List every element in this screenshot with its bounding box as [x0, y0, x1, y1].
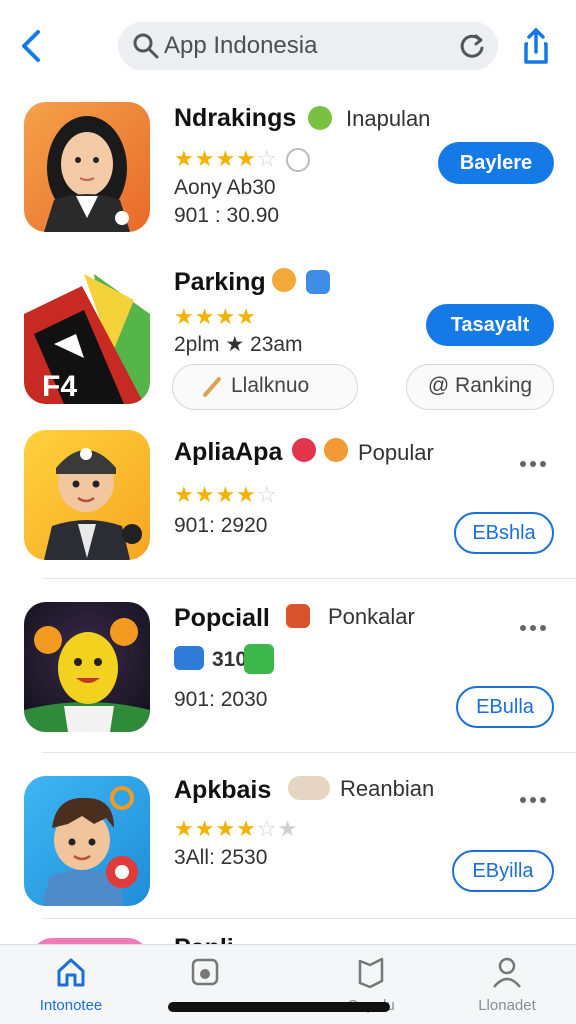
app-subtitle: 2plm ★ 23am [174, 333, 303, 356]
tab-label: Intonotee [39, 997, 103, 1014]
app-tag: Ponkalar [328, 604, 415, 629]
share-icon [524, 28, 548, 64]
app-tag: Inapulan [346, 106, 431, 131]
tab-updates[interactable]: Copulu [306, 945, 436, 1024]
chip-button[interactable]: Llalknuo [172, 364, 358, 410]
refresh-icon[interactable] [458, 32, 486, 60]
badge-icon [308, 106, 332, 130]
app-title: Popciall [174, 604, 270, 632]
app-meta: 901 : 30.90 [174, 204, 280, 227]
emoji-icon [272, 268, 296, 292]
back-button[interactable] [14, 26, 50, 66]
list-item[interactable]: F4 Parking ★★★★ 2plm ★ 23am Tasayalt Lla… [0, 262, 576, 422]
app-icon [24, 430, 150, 560]
app-title: Parking [174, 268, 266, 296]
app-meta: 901: 2030 [174, 688, 268, 711]
tab-account[interactable]: Llonadet [442, 945, 572, 1024]
badge-icon [292, 438, 316, 462]
chevron-left-icon [22, 30, 40, 62]
share-button[interactable] [516, 24, 556, 68]
tab-apps[interactable] [140, 945, 270, 1024]
list-item[interactable]: ApliaApa Popular ★★★★☆ 901: 2920 EBshla [0, 426, 576, 580]
app-meta: 901: 2920 [174, 514, 268, 537]
emoji-icon [324, 438, 348, 462]
badge-icon [306, 270, 330, 294]
get-button[interactable]: EBulla [456, 686, 554, 728]
ranking-chip[interactable]: @ Ranking [406, 364, 554, 410]
list-item[interactable]: Panli [0, 926, 576, 944]
app-icon [24, 602, 150, 732]
app-icon [24, 102, 150, 232]
emoji-icon [286, 148, 310, 172]
app-subtitle: 310 [212, 648, 248, 671]
get-button[interactable]: Tasayalt [426, 304, 554, 346]
get-button[interactable]: EBshla [454, 512, 554, 554]
app-title: ApliaApa [174, 438, 283, 466]
app-meta: 3All: 2530 [174, 846, 268, 869]
svg-text:F4: F4 [42, 370, 77, 403]
tab-label: Llonadet [478, 997, 536, 1014]
divider [42, 752, 576, 753]
tab-bar: Intonotee Copulu Llonadet [0, 944, 576, 1024]
app-title: Ndrakings [174, 104, 297, 132]
pencil-icon [203, 377, 221, 397]
tab-home[interactable]: Intonotee [6, 945, 136, 1024]
get-button[interactable]: EByilla [452, 850, 554, 892]
apps-icon [191, 958, 219, 986]
chip-label: Llalknuo [231, 374, 310, 397]
avatar [44, 116, 130, 232]
app-tag: Reanbian [340, 776, 435, 801]
app-title: Panli [174, 934, 234, 944]
home-icon [57, 958, 85, 987]
avatar [42, 786, 138, 906]
more-options-button[interactable] [520, 618, 554, 632]
divider [42, 918, 576, 919]
mascot-icon [24, 618, 150, 732]
rating-stars: ★★★★☆★ [174, 816, 299, 841]
book-icon [358, 957, 384, 989]
rating-stars: ★★★★☆ [174, 146, 278, 171]
search-bar[interactable] [118, 22, 498, 70]
more-options-button[interactable] [520, 790, 554, 804]
parking-logo-icon: F4 [24, 274, 150, 404]
more-options-button[interactable] [520, 454, 554, 468]
app-title: Apkbais [174, 776, 272, 804]
list-item[interactable]: Popciall Ponkalar 310 901: 2030 EBulla [0, 592, 576, 752]
badge-icon [286, 604, 310, 628]
app-icon [24, 776, 150, 906]
person-icon [493, 957, 521, 988]
chat-icon [244, 644, 274, 674]
get-button[interactable]: Baylere [438, 142, 554, 184]
grid-icon [174, 646, 204, 670]
top-bar [0, 0, 576, 92]
divider [42, 578, 576, 579]
rating-stars: ★★★★ [174, 304, 257, 329]
rating-stars: ★★★★☆ [174, 482, 278, 507]
app-icon: F4 [24, 274, 150, 404]
search-icon [133, 33, 159, 59]
list-item[interactable]: Ndrakings Inapulan ★★★★☆ Aony Ab30 901 :… [0, 100, 576, 250]
badge-icon [288, 776, 330, 800]
app-subtitle: Aony Ab30 [174, 176, 276, 199]
list-item[interactable]: Apkbais Reanbian ★★★★☆★ 3All: 2530 EByil… [0, 766, 576, 916]
home-indicator [168, 1002, 390, 1012]
search-input[interactable] [164, 28, 454, 64]
avatar [44, 448, 142, 560]
app-tag: Popular [358, 440, 434, 465]
